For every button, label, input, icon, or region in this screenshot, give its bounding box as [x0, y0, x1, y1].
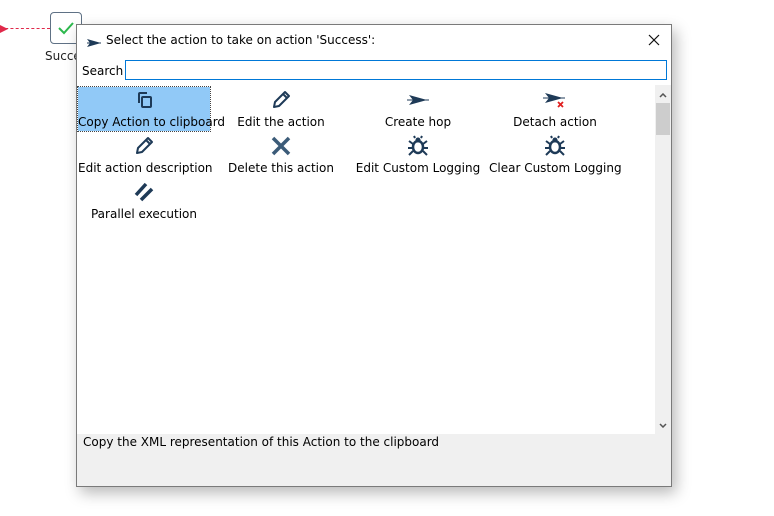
action-list: Copy Action to clipboard Edit the action… [77, 85, 655, 434]
action-item-label: Copy Action to clipboard [78, 115, 226, 129]
action-item-label: Edit Custom Logging [355, 161, 481, 175]
dialog-titlebar: Select the action to take on action 'Suc… [77, 25, 671, 55]
action-item-edit[interactable]: Edit the action [215, 87, 347, 131]
dialog-title: Select the action to take on action 'Suc… [106, 33, 376, 47]
close-icon [648, 34, 660, 46]
search-label: Search [82, 64, 124, 78]
action-item-label: Edit action description [78, 161, 213, 175]
scroll-thumb[interactable] [656, 103, 670, 135]
chevron-up-icon [659, 92, 667, 98]
detach-icon [543, 93, 565, 108]
bug-icon [545, 135, 565, 156]
scroll-up-button[interactable] [655, 87, 671, 103]
copy-icon [138, 92, 152, 108]
action-item-label: Create hop [384, 115, 452, 129]
action-item-edit-description[interactable]: Edit action description [78, 133, 213, 177]
bug-icon [408, 135, 428, 156]
hop-arrow-icon [87, 36, 101, 50]
action-item-label: Delete this action [228, 161, 334, 175]
chevron-down-icon [659, 422, 667, 428]
action-item-label: Edit the action [237, 115, 325, 129]
action-item-parallel[interactable]: Parallel execution [78, 179, 210, 223]
search-input[interactable] [125, 60, 667, 80]
action-item-clear-custom-logging[interactable]: Clear Custom Logging [489, 133, 622, 177]
action-description: Copy the XML representation of this Acti… [83, 435, 440, 449]
parallel-icon [134, 182, 154, 202]
action-item-delete[interactable]: Delete this action [215, 133, 347, 177]
action-item-label: Parallel execution [90, 207, 197, 221]
action-item-edit-custom-logging[interactable]: Edit Custom Logging [352, 133, 484, 177]
action-item-copy[interactable]: Copy Action to clipboard [77, 86, 226, 132]
pencil-icon [136, 137, 153, 154]
action-item-detach[interactable]: Detach action [489, 87, 621, 131]
hop-arrowhead [0, 25, 8, 33]
search-row: Search [77, 55, 671, 85]
delete-icon [271, 136, 291, 156]
scroll-down-button[interactable] [655, 417, 671, 433]
action-dialog: Select the action to take on action 'Suc… [76, 24, 672, 487]
action-item-label: Clear Custom Logging [489, 161, 622, 175]
checkmark-icon [58, 22, 74, 35]
action-item-create-hop[interactable]: Create hop [352, 87, 484, 131]
vertical-scrollbar[interactable] [655, 85, 671, 434]
pencil-icon [273, 91, 290, 108]
action-item-label: Detach action [513, 115, 597, 129]
close-button[interactable] [643, 30, 665, 50]
hop-arrow-icon [407, 95, 429, 105]
